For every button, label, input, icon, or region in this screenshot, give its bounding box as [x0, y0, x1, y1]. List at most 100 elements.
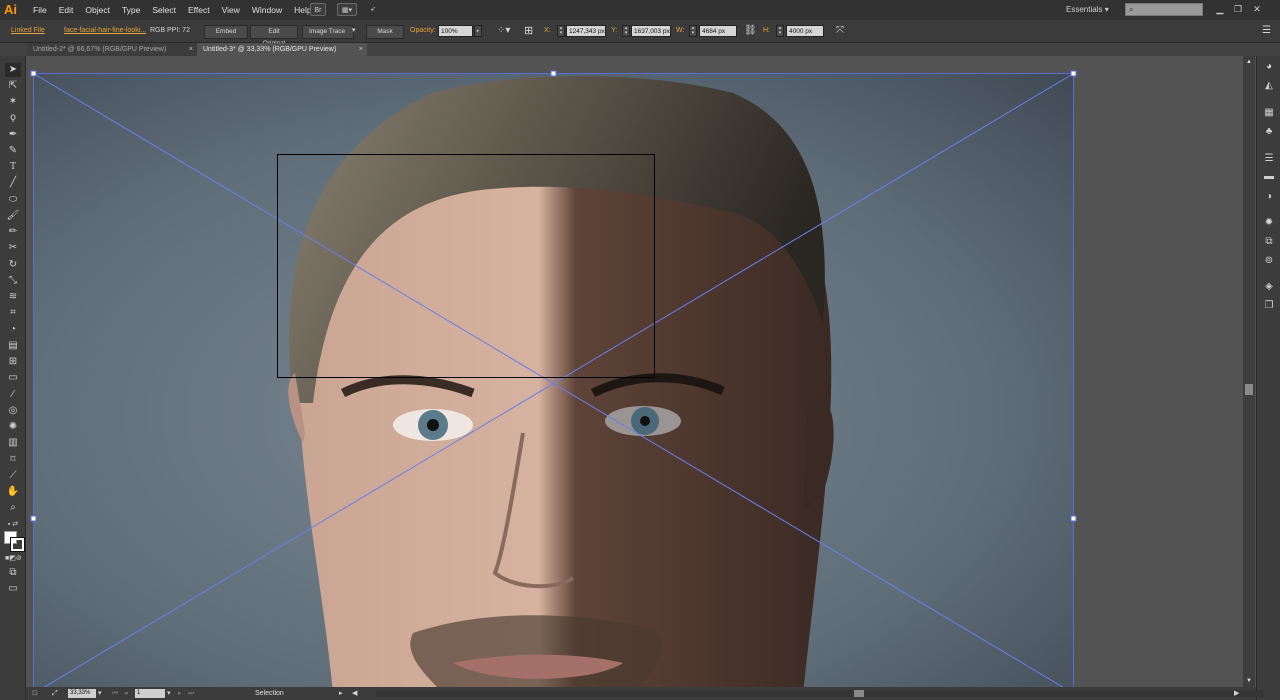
w-input[interactable]: 4684 px	[699, 25, 737, 37]
opacity-arrow-icon[interactable]: ▸	[474, 25, 482, 37]
zoom-tool-icon[interactable]: ⌕	[5, 501, 21, 515]
hand-tool-icon[interactable]: ✋	[5, 485, 21, 499]
width-tool-icon[interactable]: ≋	[5, 290, 21, 304]
symbols-panel-icon[interactable]: ⊚	[1262, 254, 1276, 268]
status-menu-icon[interactable]: ▸	[339, 687, 343, 700]
direct-selection-tool-icon[interactable]: ⇱	[5, 79, 21, 93]
image-trace-dropdown-icon[interactable]: ▾	[352, 20, 356, 42]
handle-top-right[interactable]	[1070, 70, 1077, 77]
eyedropper-tool-icon[interactable]: ⁄	[5, 388, 21, 402]
handle-top-center[interactable]	[550, 70, 557, 77]
search-input[interactable]: ⌕	[1125, 3, 1203, 16]
layers-panel-icon[interactable]: ◈	[1262, 280, 1276, 294]
menu-file[interactable]: File	[27, 0, 53, 20]
appearance-panel-icon[interactable]: ✹	[1262, 216, 1276, 230]
y-input[interactable]: 1637,003 px	[631, 25, 671, 37]
first-artboard-icon[interactable]: ⏮	[112, 687, 118, 700]
curvature-tool-icon[interactable]: ✎	[5, 144, 21, 158]
workspace-switcher[interactable]: Essentials ▾	[1066, 0, 1109, 20]
menu-window[interactable]: Window	[246, 0, 288, 20]
swatches-panel-icon[interactable]: ▦	[1262, 106, 1276, 120]
stroke-swatch[interactable]	[10, 537, 25, 552]
menu-edit[interactable]: Edit	[53, 0, 80, 20]
menu-type[interactable]: Type	[116, 0, 146, 20]
column-graph-tool-icon[interactable]: ▥	[5, 436, 21, 450]
horizontal-scroll-thumb[interactable]	[854, 690, 864, 697]
artboard-number-input[interactable]: 1	[135, 689, 165, 698]
w-stepper-icon[interactable]: ▴ ▾	[689, 25, 697, 37]
panel-menu-icon[interactable]: ☰	[1262, 20, 1271, 42]
artboards-panel-icon[interactable]: ❐	[1262, 299, 1276, 313]
perspective-grid-tool-icon[interactable]: ▤	[5, 339, 21, 353]
slice-tool-icon[interactable]: ⟋	[5, 469, 21, 483]
current-tool-status[interactable]: Selection	[255, 687, 284, 700]
blend-tool-icon[interactable]: ◎	[5, 404, 21, 418]
scroll-left-icon[interactable]: ◀	[352, 687, 357, 700]
canvas-area[interactable]	[26, 56, 1243, 687]
selection-tool-icon[interactable]: ➤	[5, 63, 21, 77]
symbol-sprayer-tool-icon[interactable]: ✺	[5, 420, 21, 434]
rotate-tool-icon[interactable]: ↻	[5, 258, 21, 272]
pencil-tool-icon[interactable]: ✏	[5, 225, 21, 239]
mask-button[interactable]: Mask	[366, 25, 404, 39]
tab-untitled-3[interactable]: Untitled-3* @ 33,33% (RGB/GPU Preview) ×	[197, 43, 367, 56]
status-icon[interactable]: ⊡	[32, 687, 38, 700]
restore-button[interactable]: ❐	[1231, 2, 1245, 16]
transform-icon[interactable]: ⁘▾	[497, 20, 510, 42]
brushes-panel-icon[interactable]: ♣	[1262, 125, 1276, 139]
default-colors-icon[interactable]: ▪ ⇄	[5, 518, 21, 532]
minimize-button[interactable]: ▁	[1213, 2, 1227, 16]
artboard-outline[interactable]	[277, 154, 655, 378]
scale-tool-icon[interactable]: ⤡	[5, 274, 21, 288]
vertical-scrollbar[interactable]: ▲ ▼	[1243, 56, 1255, 687]
ellipse-tool-icon[interactable]: ⬭	[5, 193, 21, 207]
arrange-documents-button[interactable]: ▦▾	[337, 3, 357, 16]
scroll-down-icon[interactable]: ▼	[1245, 678, 1253, 684]
stroke-panel-icon[interactable]: ☰	[1262, 152, 1276, 166]
scissors-tool-icon[interactable]: ✂	[5, 241, 21, 255]
constrain-proportions-icon[interactable]: ⛓	[744, 20, 757, 42]
gpu-performance-icon[interactable]: ➶	[365, 3, 381, 16]
pen-tool-icon[interactable]: ✒	[5, 128, 21, 142]
opacity-input[interactable]: 100%	[438, 25, 473, 37]
previous-artboard-icon[interactable]: ◂	[124, 687, 128, 700]
handle-middle-right[interactable]	[1070, 515, 1077, 522]
zoom-menu-icon[interactable]: ⤢	[52, 687, 58, 700]
mesh-tool-icon[interactable]: ⊞	[5, 355, 21, 369]
scroll-up-icon[interactable]: ▲	[1245, 59, 1253, 65]
vertical-scroll-thumb[interactable]	[1245, 384, 1253, 395]
free-transform-tool-icon[interactable]: ⌗	[5, 306, 21, 320]
close-button[interactable]: ✕	[1250, 2, 1264, 16]
scroll-right-icon[interactable]: ▶	[1234, 687, 1239, 700]
y-stepper-icon[interactable]: ▴ ▾	[622, 25, 630, 37]
gradient-tool-icon[interactable]: ▭	[5, 371, 21, 385]
color-panel-icon[interactable]: ◕	[1262, 60, 1276, 74]
horizontal-scrollbar[interactable]	[376, 690, 1264, 697]
isolate-icon[interactable]: ⤧	[836, 20, 844, 42]
graphic-styles-icon[interactable]: ⧉	[1262, 235, 1276, 249]
h-input[interactable]: 4000 px	[786, 25, 824, 37]
menu-select[interactable]: Select	[146, 0, 182, 20]
paintbrush-tool-icon[interactable]: 🖌	[5, 209, 21, 223]
linked-file-name[interactable]: face-facial-hair-fine-looki...	[64, 20, 146, 42]
artboard-tool-icon[interactable]: ⌑	[5, 453, 21, 467]
last-artboard-icon[interactable]: ⏭	[188, 687, 194, 700]
zoom-input[interactable]: 33,33%	[68, 689, 96, 698]
x-input[interactable]: 1247,343 px	[566, 25, 606, 37]
lasso-tool-icon[interactable]: ϙ	[5, 111, 21, 125]
close-tab-icon[interactable]: ×	[189, 43, 193, 56]
close-tab-icon[interactable]: ×	[359, 43, 363, 56]
drawing-mode-icon[interactable]: ⧉	[5, 566, 21, 580]
line-tool-icon[interactable]: ╱	[5, 176, 21, 190]
screen-mode-icon[interactable]: ▭	[5, 582, 21, 596]
menu-object[interactable]: Object	[79, 0, 116, 20]
handle-top-left[interactable]	[30, 70, 37, 77]
magic-wand-tool-icon[interactable]: ✶	[5, 95, 21, 109]
type-tool-icon[interactable]: T	[5, 160, 21, 174]
transparency-panel-icon[interactable]: ◑	[1262, 190, 1276, 204]
shape-builder-tool-icon[interactable]: ◔	[5, 323, 21, 337]
reference-point-icon[interactable]: ⊞	[524, 20, 533, 42]
x-stepper-icon[interactable]: ▴ ▾	[557, 25, 565, 37]
artboard-dropdown-icon[interactable]: ▾	[167, 687, 171, 700]
gradient-panel-icon[interactable]: ▬	[1262, 170, 1276, 184]
